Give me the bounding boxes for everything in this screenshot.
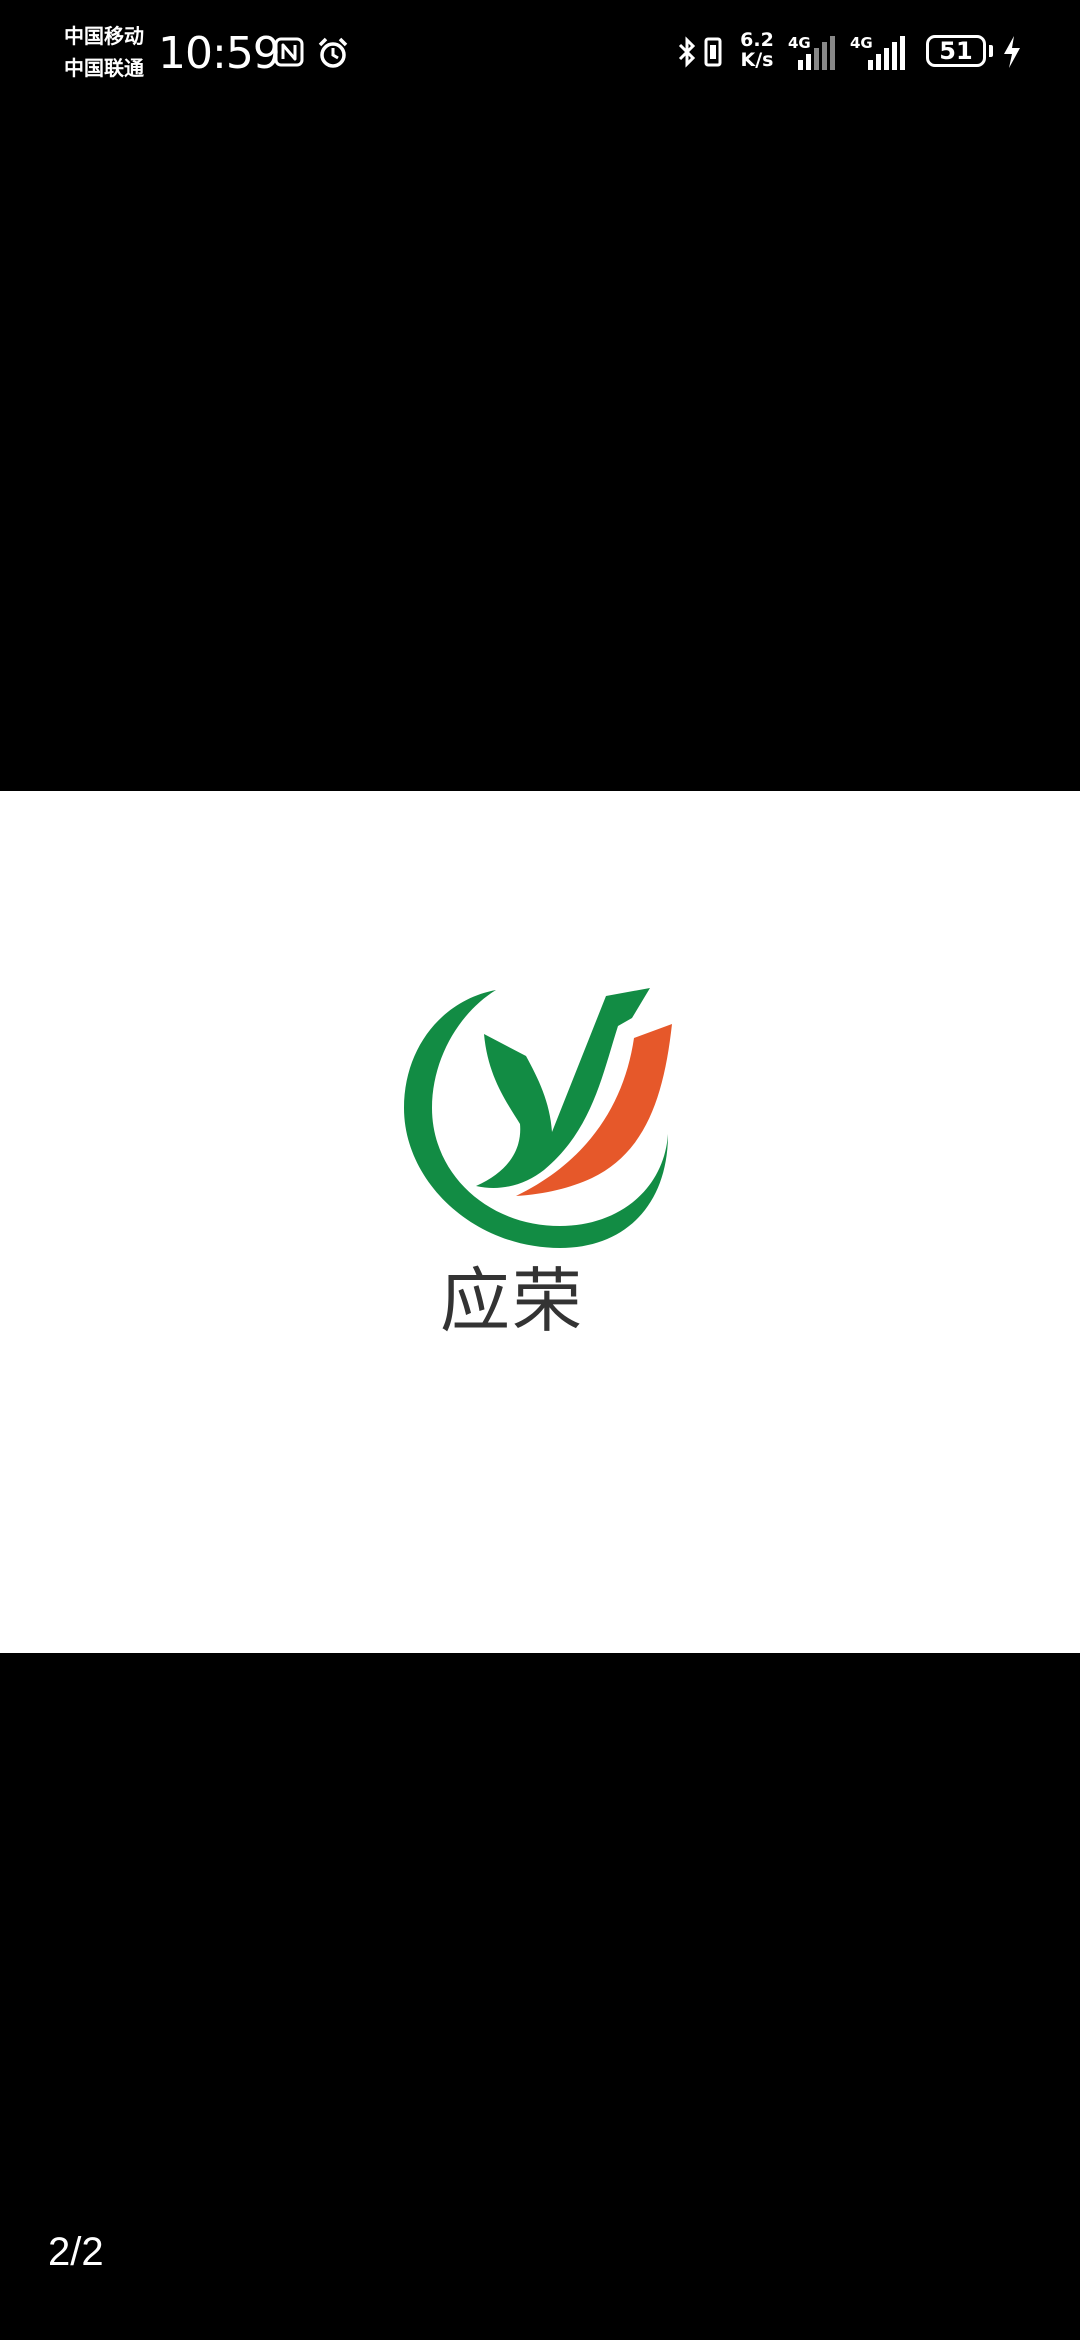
alarm-icon (316, 36, 350, 75)
nfc-icon (274, 37, 304, 72)
network-speed-value: 6.2 (740, 29, 774, 51)
page-indicator: 2/2 (48, 2230, 104, 2274)
clock: 10:59 (158, 28, 281, 79)
logo-text: 应荣 (440, 1260, 584, 1342)
battery-icon: 51 (926, 35, 986, 67)
company-logo-icon (402, 986, 680, 1255)
signal-icon (792, 34, 840, 77)
signal-icon (854, 34, 914, 77)
battery-tip (989, 45, 993, 57)
network-speed: 6.2 K/s (737, 30, 777, 70)
carrier-names: 中国移动 中国联通 (64, 20, 144, 84)
network-speed-unit: K/s (740, 49, 774, 71)
vibrate-icon (700, 36, 726, 73)
carrier-1: 中国移动 (64, 24, 144, 48)
status-bar: 中国移动 中国联通 10:59 6.2 K/s 4G 4G 51 (0, 0, 1080, 110)
charging-icon (1000, 34, 1024, 75)
carrier-2: 中国联通 (64, 56, 144, 80)
bluetooth-icon (676, 36, 698, 73)
image-viewer-content[interactable]: 应荣 (0, 791, 1080, 1653)
